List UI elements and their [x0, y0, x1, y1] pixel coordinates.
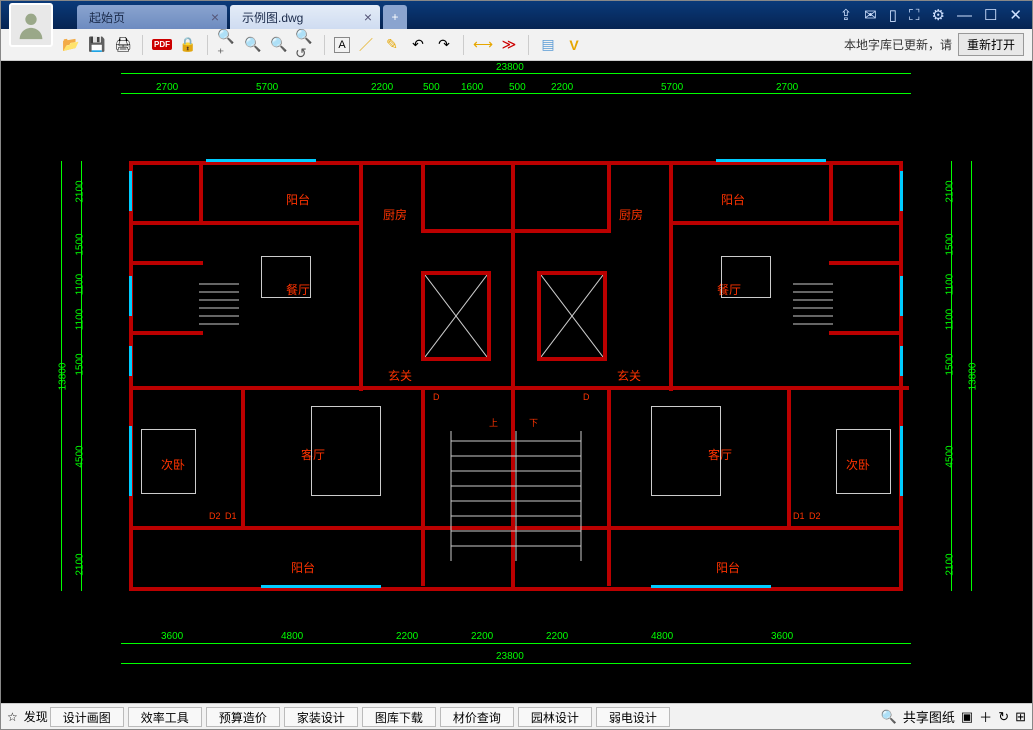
- window-controls: ⇪ ✉ ▯ ⛶ ⚙ — ☐ ✕: [830, 1, 1032, 29]
- discover-label[interactable]: 发现: [24, 708, 48, 725]
- separator: [528, 35, 529, 55]
- zoom-extent-icon[interactable]: 🔍: [269, 35, 289, 55]
- maximize-button[interactable]: ☐: [984, 6, 997, 24]
- open-icon[interactable]: 📂: [61, 35, 81, 55]
- bb-item-budget[interactable]: 预算造价: [206, 707, 280, 727]
- share-drawing-label[interactable]: 共享图纸: [903, 707, 955, 726]
- measure-area-icon[interactable]: ≫: [499, 35, 519, 55]
- title-bar: 起始页× 示例图.dwg× + ⇪ ✉ ▯ ⛶ ⚙ — ☐ ✕: [1, 1, 1032, 29]
- drawing-canvas[interactable]: 23800 2700 5700 2200 500 1600 500 2200 5…: [1, 61, 1032, 703]
- expand-icon[interactable]: ⛶: [909, 7, 920, 24]
- toolbar: 📂 💾 🖨 PDF 🔒 🔍⁺ 🔍 🔍 🔍↺ A ／ ✎ ↶ ↷ ⟷ ≫ ▤ V …: [1, 29, 1032, 61]
- reopen-button[interactable]: 重新打开: [958, 33, 1024, 56]
- share-icon[interactable]: ⇪: [840, 6, 853, 24]
- font-status-text: 本地字库已更新，请: [844, 36, 952, 53]
- layout-icon[interactable]: ▣: [961, 709, 973, 725]
- separator: [207, 35, 208, 55]
- close-icon[interactable]: ×: [364, 10, 372, 24]
- wechat-icon[interactable]: ✉: [864, 6, 877, 24]
- room-kitchen: 厨房: [383, 206, 407, 223]
- bb-item-library[interactable]: 图库下载: [362, 707, 436, 727]
- measure-icon[interactable]: ⟷: [473, 35, 493, 55]
- layers-icon[interactable]: ▤: [538, 35, 558, 55]
- search-icon[interactable]: 🔍: [881, 709, 897, 725]
- bb-item-material[interactable]: 材价查询: [440, 707, 514, 727]
- add-icon[interactable]: ＋: [979, 707, 992, 726]
- sync-icon[interactable]: ↻: [998, 709, 1009, 725]
- separator: [142, 35, 143, 55]
- redo-icon[interactable]: ↷: [434, 35, 454, 55]
- stair-up-label: 上: [489, 416, 498, 429]
- room-foyer: 玄关: [388, 367, 412, 384]
- room-balcony: 阳台: [291, 559, 315, 576]
- tab-drawing[interactable]: 示例图.dwg×: [230, 5, 380, 29]
- bottom-right: 🔍 共享图纸 ▣ ＋ ↻ ⊞: [881, 707, 1032, 726]
- tab-home[interactable]: 起始页×: [77, 5, 227, 29]
- draw-pen-icon[interactable]: ✎: [382, 35, 402, 55]
- close-button[interactable]: ✕: [1009, 6, 1022, 24]
- dim-top-total: 23800: [496, 62, 524, 73]
- user-avatar[interactable]: [9, 3, 53, 47]
- discover-icon[interactable]: ☆: [1, 710, 24, 724]
- save-icon[interactable]: 💾: [87, 35, 107, 55]
- room-balcony: 阳台: [716, 559, 740, 576]
- print-icon[interactable]: 🖨: [113, 35, 133, 55]
- room-balcony: 阳台: [286, 191, 310, 208]
- close-icon[interactable]: ×: [211, 10, 219, 24]
- undo-icon[interactable]: ↶: [408, 35, 428, 55]
- stair-down-label: 下: [529, 416, 538, 429]
- new-tab-button[interactable]: +: [383, 5, 407, 29]
- gear-icon[interactable]: ⚙: [932, 6, 945, 24]
- separator: [463, 35, 464, 55]
- room-kitchen: 厨房: [619, 206, 643, 223]
- dim-bottom-total: 23800: [496, 651, 524, 662]
- grid-icon[interactable]: ⊞: [1015, 709, 1026, 725]
- minimize-button[interactable]: —: [957, 7, 972, 24]
- pdf-export-icon[interactable]: PDF: [152, 35, 172, 55]
- zoom-back-icon[interactable]: 🔍↺: [295, 35, 315, 55]
- bottom-bar: ☆ 发现 设计画图 效率工具 预算造价 家装设计 图库下载 材价查询 园林设计 …: [1, 703, 1032, 729]
- draw-line-icon[interactable]: ／: [356, 35, 376, 55]
- room-balcony: 阳台: [721, 191, 745, 208]
- zoom-window-icon[interactable]: 🔍: [243, 35, 263, 55]
- toolbar-status: 本地字库已更新，请 重新打开: [844, 33, 1024, 56]
- bb-item-tools[interactable]: 效率工具: [128, 707, 202, 727]
- tab-strip: 起始页× 示例图.dwg× +: [77, 1, 830, 29]
- text-tool-icon[interactable]: A: [334, 37, 350, 53]
- zoom-realtime-icon[interactable]: 🔍⁺: [217, 35, 237, 55]
- bb-item-interior[interactable]: 家装设计: [284, 707, 358, 727]
- bb-item-landscape[interactable]: 园林设计: [518, 707, 592, 727]
- bb-item-design[interactable]: 设计画图: [50, 707, 124, 727]
- separator: [324, 35, 325, 55]
- lock-icon[interactable]: 🔒: [178, 35, 198, 55]
- room-foyer: 玄关: [617, 367, 641, 384]
- vip-icon[interactable]: V: [564, 35, 584, 55]
- mobile-icon[interactable]: ▯: [889, 6, 897, 24]
- bb-item-elec[interactable]: 弱电设计: [596, 707, 670, 727]
